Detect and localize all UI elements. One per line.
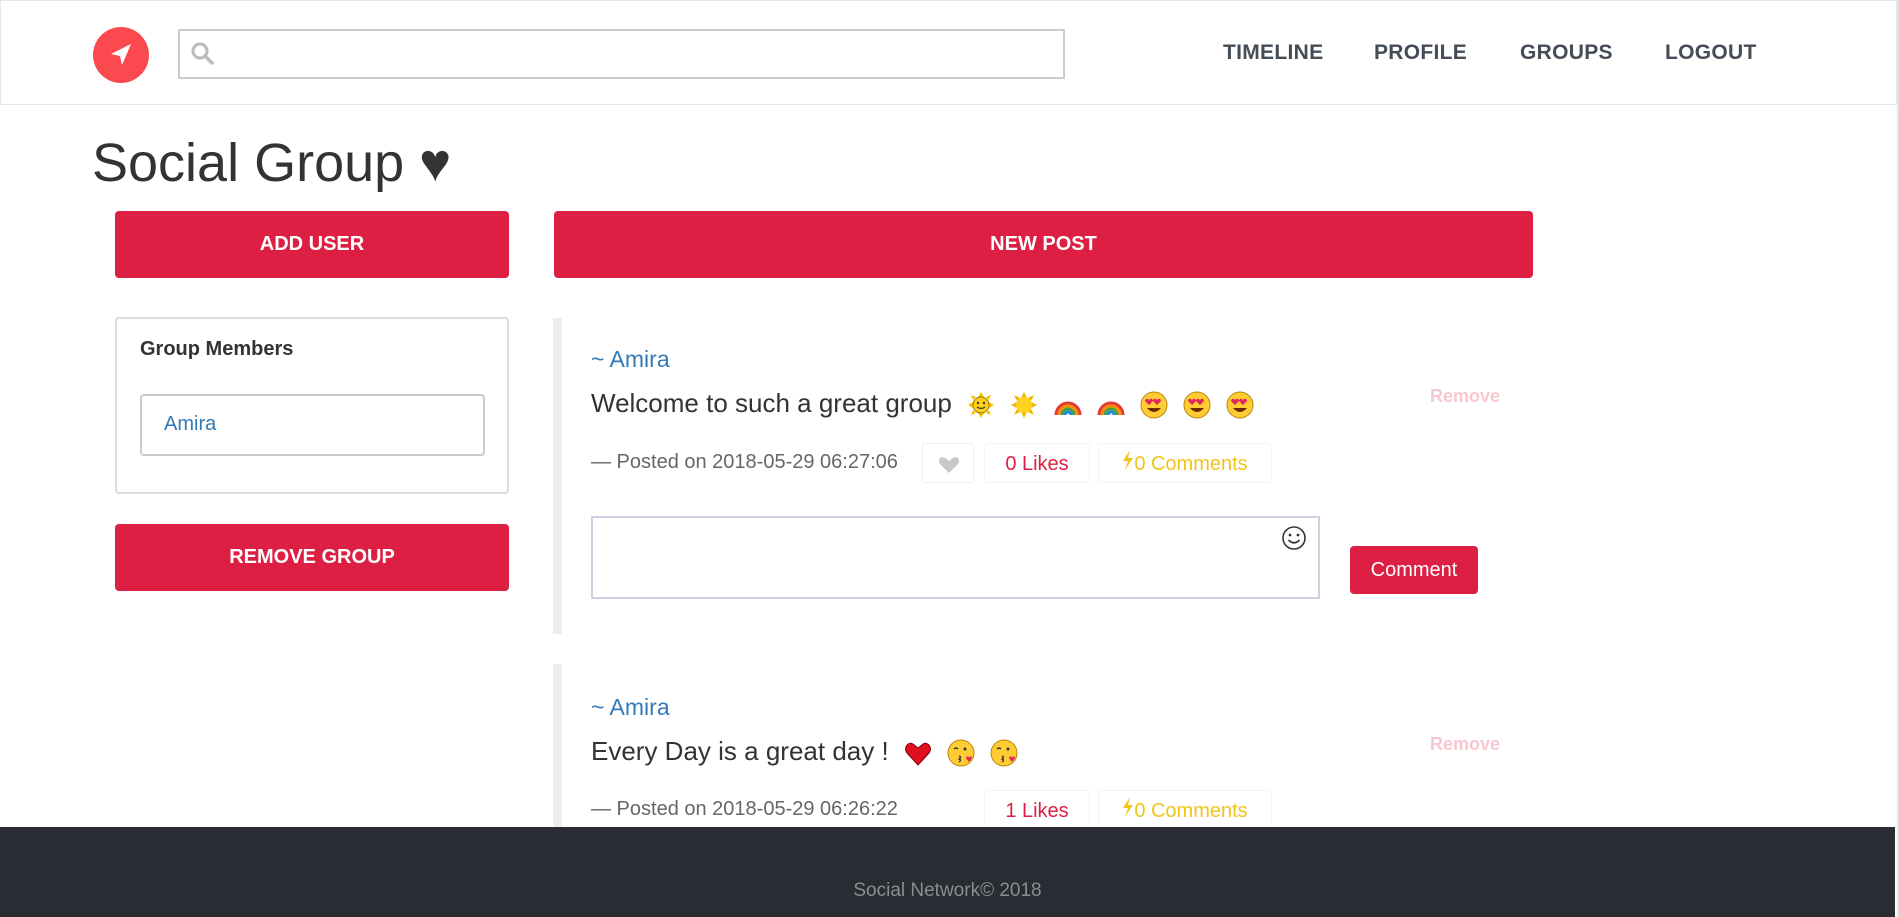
search-input[interactable]: [220, 35, 1054, 75]
nav-timeline-link[interactable]: TIMELINE: [1223, 41, 1323, 65]
post-author-link[interactable]: ~ Amira: [591, 694, 670, 721]
add-user-button[interactable]: ADD USER: [115, 211, 509, 278]
heart-icon: [938, 457, 960, 473]
post-text: Welcome to such a great group: [591, 388, 1254, 419]
new-post-button[interactable]: NEW POST: [554, 211, 1533, 278]
search-icon: [191, 42, 214, 65]
member-list-item[interactable]: Amira: [140, 394, 485, 456]
heart-eyes-icon: [1183, 391, 1211, 419]
search-bar: [178, 29, 1065, 79]
comment-submit-button[interactable]: Comment: [1350, 546, 1478, 594]
post-message: Welcome to such a great group: [591, 388, 952, 418]
lightning-icon: [1122, 444, 1134, 484]
nav-groups-link[interactable]: GROUPS: [1520, 41, 1613, 65]
logo-navigation-icon[interactable]: [93, 27, 149, 83]
heart-eyes-icon: [1226, 391, 1254, 419]
nav-profile-link[interactable]: PROFILE: [1374, 41, 1467, 65]
remove-post-link[interactable]: Remove: [1430, 386, 1500, 407]
post-timestamp: — Posted on 2018-05-29 06:26:22: [591, 798, 898, 820]
rainbow-icon: [1054, 401, 1082, 416]
comment-input[interactable]: [601, 524, 1255, 594]
comments-label: 0 Comments: [1134, 800, 1248, 822]
post-author-link[interactable]: ~ Amira: [591, 346, 670, 373]
post-text: Every Day is a great day !: [591, 736, 1018, 767]
post-accent-bar: [553, 318, 562, 634]
member-name[interactable]: Amira: [164, 413, 216, 436]
comments-count[interactable]: 0 Comments: [1098, 790, 1272, 830]
nav-logout-link[interactable]: LOGOUT: [1665, 41, 1757, 65]
heart-eyes-icon: [1140, 391, 1168, 419]
remove-post-link[interactable]: Remove: [1430, 734, 1500, 755]
comments-count[interactable]: 0 Comments: [1098, 443, 1272, 483]
kissing-face-icon: [990, 739, 1018, 767]
kissing-face-icon: [947, 739, 975, 767]
like-button[interactable]: [922, 443, 974, 483]
post-message: Every Day is a great day !: [591, 736, 889, 766]
red-heart-icon: [904, 742, 931, 766]
post-accent-bar: [553, 664, 562, 827]
comments-label: 0 Comments: [1134, 453, 1248, 475]
likes-count[interactable]: 0 Likes: [984, 443, 1090, 483]
group-members-panel: Group Members Amira: [115, 317, 509, 494]
remove-group-button[interactable]: REMOVE GROUP: [115, 524, 509, 591]
top-navbar: TIMELINE PROFILE GROUPS LOGOUT: [0, 0, 1897, 105]
sun-icon: [1011, 392, 1038, 419]
footer-copyright: Social Network© 2018: [853, 880, 1042, 901]
emoji-picker-icon[interactable]: [1281, 525, 1307, 551]
lightning-icon: [1122, 791, 1134, 831]
page-footer: Social Network© 2018: [0, 827, 1895, 917]
rainbow-icon: [1097, 401, 1125, 416]
post-timestamp: — Posted on 2018-05-29 06:27:06: [591, 451, 898, 473]
group-members-title: Group Members: [140, 338, 294, 360]
page-title: Social Group ♥: [92, 133, 452, 193]
sun-face-icon: [968, 392, 995, 419]
likes-count[interactable]: 1 Likes: [984, 790, 1090, 830]
comment-box: [591, 516, 1320, 599]
